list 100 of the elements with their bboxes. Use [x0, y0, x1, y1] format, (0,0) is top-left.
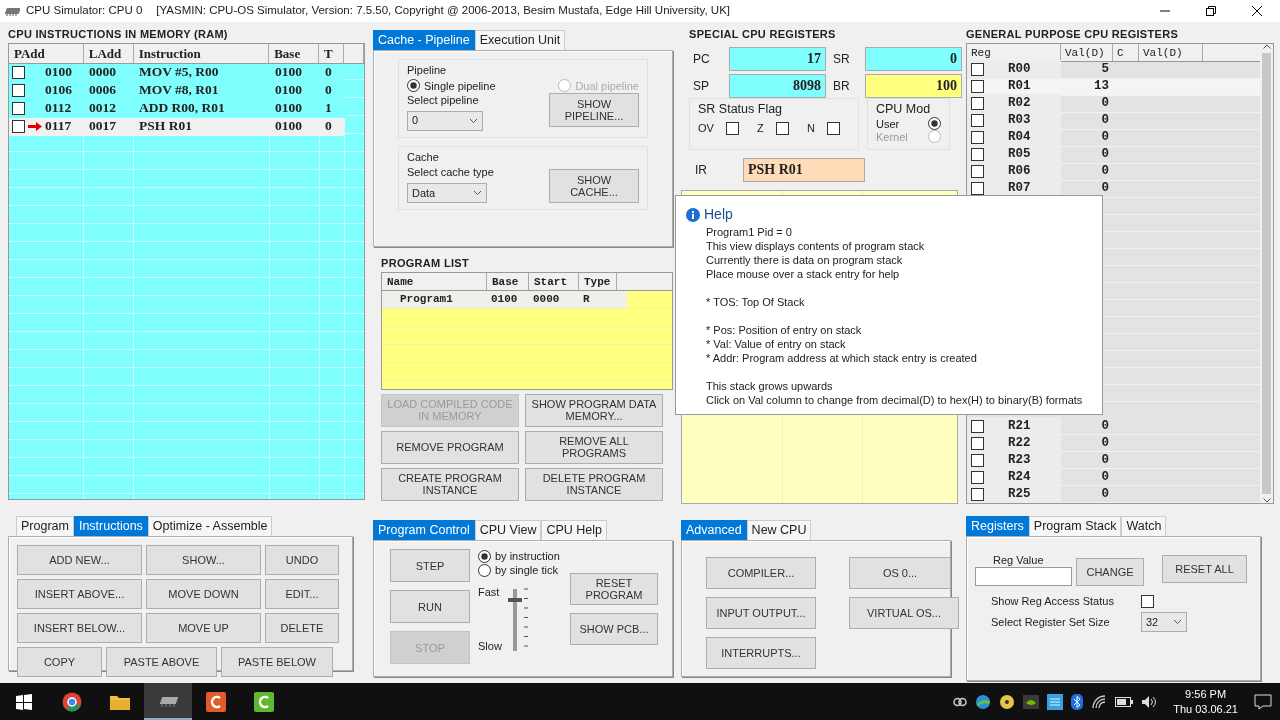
scrollbar-thumb[interactable] — [1261, 52, 1272, 494]
app-icon[interactable] — [206, 691, 226, 712]
checkbox[interactable] — [12, 102, 25, 115]
checkbox[interactable] — [1141, 594, 1154, 608]
button[interactable]: DELETE PROGRAM INSTANCE — [525, 467, 663, 501]
column-header[interactable]: Type — [579, 272, 617, 290]
checkbox[interactable] — [971, 182, 984, 195]
button[interactable]: SHOW PCB... — [570, 613, 658, 645]
tab[interactable]: Instructions — [73, 516, 148, 536]
battery-icon[interactable] — [1115, 696, 1134, 707]
dropdown[interactable]: 0 — [407, 110, 483, 131]
button[interactable]: SHOW PIPELINE... — [549, 92, 639, 127]
checkbox[interactable] — [971, 470, 984, 484]
checkbox[interactable] — [971, 97, 984, 110]
register-field[interactable]: 100 — [865, 73, 962, 98]
globe-icon[interactable] — [975, 693, 992, 710]
app-icon[interactable] — [254, 691, 274, 712]
button[interactable]: SHOW... — [146, 545, 261, 575]
button[interactable]: MOVE DOWN — [146, 579, 261, 609]
button[interactable]: RUN — [390, 590, 470, 623]
checkbox[interactable] — [971, 487, 984, 501]
button[interactable]: ADD NEW... — [17, 545, 142, 575]
tab[interactable]: Program — [16, 516, 74, 536]
chip-icon[interactable] — [158, 694, 178, 707]
table-row[interactable]: R00 5 — [967, 61, 1260, 79]
column-header[interactable]: LAdd — [83, 43, 134, 63]
column-header[interactable]: PAdd — [9, 43, 84, 63]
button[interactable]: VIRTUAL OS... — [849, 597, 959, 629]
radio-button[interactable] — [478, 563, 491, 577]
checkbox[interactable] — [725, 121, 739, 135]
column-header[interactable]: T — [319, 43, 344, 63]
tab[interactable]: New CPU — [746, 520, 812, 540]
dropdown[interactable]: Data — [407, 183, 487, 203]
link-icon[interactable] — [953, 696, 968, 707]
table-row[interactable]: R25 0 — [967, 486, 1260, 503]
disc-icon[interactable] — [999, 693, 1016, 710]
button[interactable]: REMOVE ALL PROGRAMS — [525, 430, 663, 464]
button[interactable]: UNDO — [265, 545, 339, 575]
button[interactable]: RESET PROGRAM — [570, 573, 658, 605]
register-field[interactable]: 17 — [729, 46, 826, 71]
volume-icon[interactable] — [1141, 694, 1158, 709]
button[interactable]: STEP — [390, 549, 470, 582]
tab[interactable]: Watch — [1121, 516, 1167, 536]
network-card-icon[interactable] — [1047, 693, 1064, 710]
button[interactable]: EDIT... — [265, 579, 339, 609]
button[interactable]: DELETE — [265, 613, 339, 643]
button[interactable]: OS 0... — [849, 557, 951, 589]
table-row[interactable]: R21 0 — [967, 418, 1260, 435]
tab[interactable]: Optimize - Assemble — [147, 516, 273, 536]
tab[interactable]: Cache - Pipeline — [373, 30, 475, 50]
button[interactable]: COPY — [17, 647, 102, 677]
button[interactable]: SHOW PROGRAM DATA MEMORY... — [525, 393, 663, 427]
button[interactable]: CHANGE — [1076, 558, 1144, 586]
checkbox[interactable] — [12, 84, 25, 97]
tab[interactable]: CPU Help — [541, 520, 607, 540]
checkbox[interactable] — [12, 120, 25, 133]
button[interactable]: INPUT OUTPUT... — [706, 597, 816, 629]
tab[interactable]: Program Control — [373, 520, 475, 540]
column-header[interactable]: Val(D) — [1061, 43, 1113, 61]
windows-icon[interactable] — [16, 693, 32, 710]
checkbox[interactable] — [12, 66, 25, 79]
clock[interactable]: 9:56 PM Thu 03.06.21 — [1173, 686, 1238, 717]
radio-button[interactable] — [407, 79, 420, 92]
column-header[interactable]: Base — [487, 272, 529, 290]
input-field[interactable] — [975, 567, 1072, 586]
browser-icon[interactable] — [62, 691, 82, 712]
button[interactable]: COMPILER... — [706, 557, 816, 589]
radio-button[interactable] — [928, 117, 941, 130]
button[interactable]: PASTE ABOVE — [106, 647, 217, 677]
gpu-icon[interactable] — [1023, 694, 1040, 709]
button[interactable]: MOVE UP — [146, 613, 261, 643]
scroll-up-icon[interactable] — [1262, 43, 1271, 49]
radio-button[interactable] — [478, 549, 491, 563]
tab[interactable]: Advanced — [681, 520, 747, 540]
column-header[interactable]: C — [1113, 43, 1139, 61]
table-row[interactable]: R24 0 — [967, 469, 1260, 486]
column-header[interactable]: Val(D) — [1139, 43, 1203, 61]
folder-icon[interactable] — [110, 693, 130, 710]
tab[interactable]: Program Stack — [1028, 516, 1122, 536]
table-row[interactable]: R23 0 — [967, 452, 1260, 469]
register-field[interactable]: 8098 — [729, 73, 826, 98]
column-header[interactable]: Base — [269, 43, 320, 63]
dropdown[interactable]: 32 — [1141, 612, 1187, 632]
scroll-down-icon[interactable] — [1262, 498, 1271, 503]
checkbox[interactable] — [971, 436, 984, 450]
checkbox[interactable] — [971, 114, 984, 127]
bluetooth-icon[interactable] — [1071, 693, 1084, 710]
button[interactable]: RESET ALL — [1162, 555, 1247, 583]
button[interactable]: REMOVE PROGRAM — [381, 430, 519, 464]
restore-icon[interactable] — [1206, 6, 1216, 16]
checkbox[interactable] — [971, 63, 984, 76]
column-header[interactable]: Name — [382, 272, 487, 290]
wifi-icon[interactable] — [1091, 694, 1108, 709]
checkbox[interactable] — [971, 165, 984, 178]
table-row[interactable]: R22 0 — [967, 435, 1260, 452]
scrollbar[interactable] — [1260, 43, 1273, 503]
checkbox[interactable] — [826, 121, 840, 135]
column-header[interactable]: Start — [529, 272, 579, 290]
checkbox[interactable] — [971, 419, 984, 433]
register-field[interactable]: PSH R01 — [743, 158, 865, 182]
